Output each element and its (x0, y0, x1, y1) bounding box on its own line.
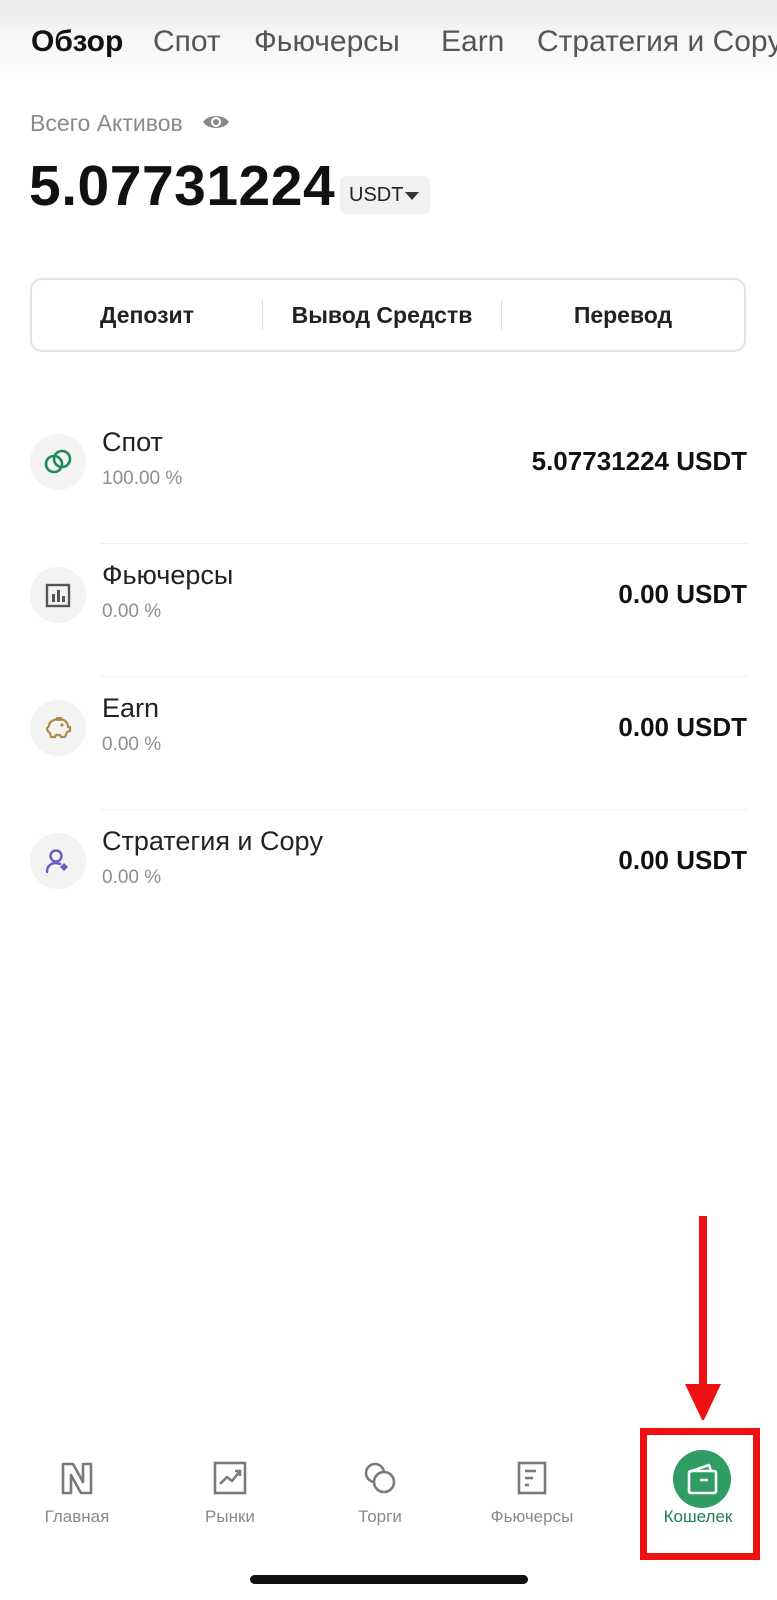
transfer-button[interactable]: Перевод (502, 280, 744, 350)
tab-earn[interactable]: Earn (441, 22, 504, 62)
deposit-button[interactable]: Депозит (32, 280, 262, 350)
account-value: 0.00 USDT (618, 579, 747, 609)
nav-markets[interactable]: Рынки (155, 1420, 305, 1540)
total-assets-label: Всего Активов (30, 110, 183, 136)
tab-strategy-copy[interactable]: Стратегия и Copy (537, 22, 777, 62)
tab-overview[interactable]: Обзор (31, 22, 123, 62)
account-percent: 100.00 % (102, 468, 183, 489)
nav-futures[interactable]: Фьючерсы (457, 1420, 607, 1540)
total-balance: 5.07731224 (29, 154, 336, 218)
account-row-earn[interactable]: Earn 0.00 % 0.00 USDT (0, 674, 777, 810)
currency-label: USDT (349, 184, 404, 206)
account-name: Спот (102, 427, 163, 457)
top-tabs-bar: Обзор Спот Фьючерсы Earn Стратегия и Cop… (0, 0, 777, 82)
account-value: 5.07731224 USDT (531, 446, 747, 476)
eye-icon[interactable] (202, 112, 230, 132)
home-indicator (250, 1575, 528, 1584)
tab-spot[interactable]: Спот (153, 22, 221, 62)
annotation-highlight-box (640, 1428, 760, 1560)
account-name: Earn (102, 693, 160, 723)
nav-label: Торги (358, 1507, 402, 1526)
annotation-arrow-shaft (699, 1216, 707, 1386)
piggy-bank-icon (30, 700, 86, 756)
account-percent: 0.00 % (102, 734, 162, 755)
user-copy-icon (30, 833, 86, 889)
nav-home[interactable]: Главная (2, 1420, 152, 1540)
account-percent: 0.00 % (102, 867, 162, 888)
account-name: Стратегия и Copy (102, 826, 324, 856)
nav-label: Главная (44, 1507, 110, 1526)
account-name: Фьючерсы (102, 560, 234, 590)
currency-select[interactable]: USDT (340, 176, 430, 214)
caret-down-icon (405, 192, 419, 200)
account-value: 0.00 USDT (618, 712, 747, 742)
nav-trade[interactable]: Торги (305, 1420, 455, 1540)
account-row-strategy-copy[interactable]: Стратегия и Copy 0.00 % 0.00 USDT (0, 807, 777, 943)
account-row-futures[interactable]: Фьючерсы 0.00 % 0.00 USDT (0, 541, 777, 677)
annotation-arrow-head (685, 1384, 721, 1422)
futures-doc-icon (517, 1461, 547, 1495)
nav-label: Фьючерсы (490, 1507, 574, 1526)
tab-futures[interactable]: Фьючерсы (254, 22, 400, 62)
home-logo-icon (61, 1462, 93, 1495)
account-percent: 0.00 % (102, 601, 162, 622)
action-bar: Депозит Вывод Средств Перевод (30, 278, 746, 352)
trade-circles-icon (364, 1462, 396, 1494)
spot-coins-icon (30, 434, 86, 490)
withdraw-button[interactable]: Вывод Средств (263, 280, 501, 350)
markets-chart-icon (213, 1461, 247, 1495)
futures-chart-icon (30, 567, 86, 623)
account-row-spot[interactable]: Спот 100.00 % 5.07731224 USDT (0, 408, 777, 544)
nav-label: Рынки (205, 1507, 255, 1526)
account-value: 0.00 USDT (618, 845, 747, 875)
